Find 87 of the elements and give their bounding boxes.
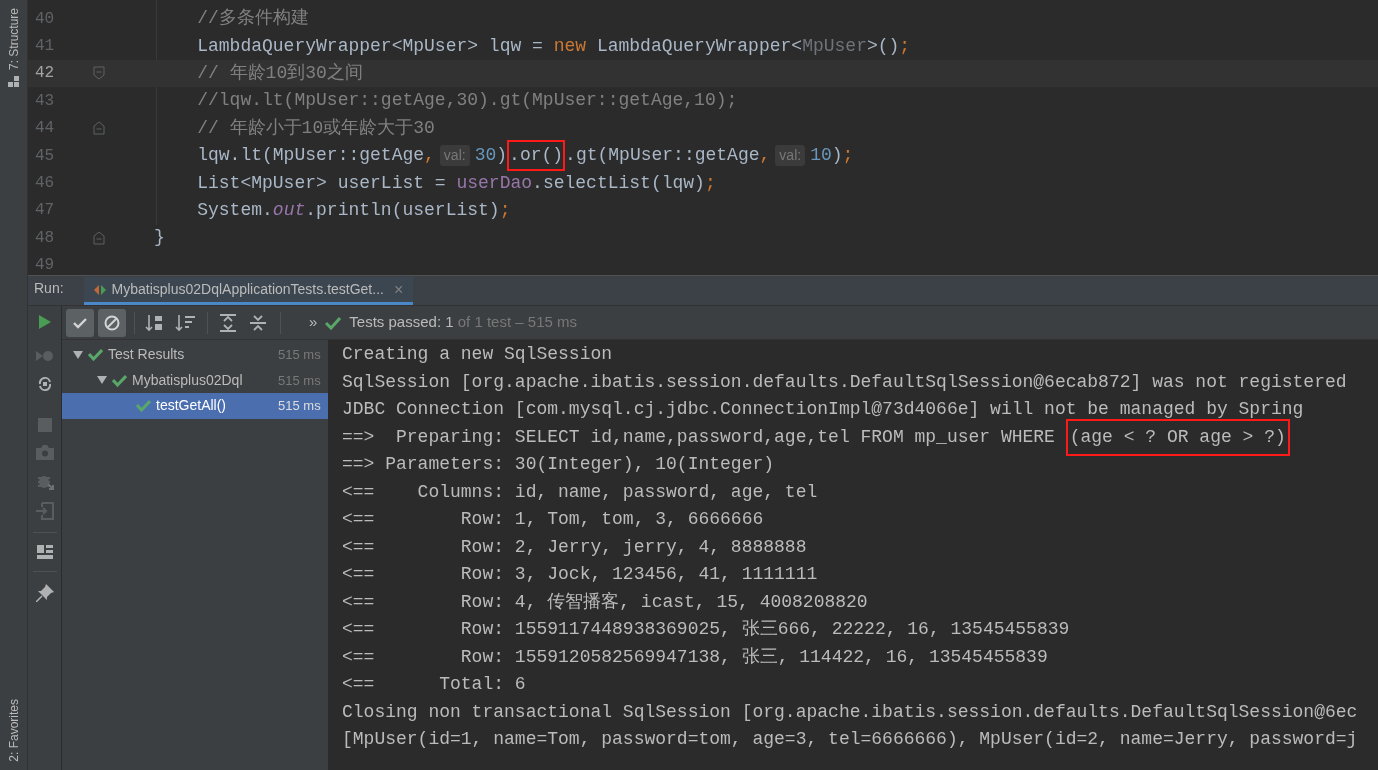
code-text: //多条件构建: [196, 7, 309, 31]
console-text: SqlSession [org.apache.ibatis.session.defaults.DefaultSqlSession@6ecab872] was not registered: [342, 370, 1347, 394]
console-text: <== Row: 1559117448938369025, 张三666, 22222, 16, 13545455839: [342, 618, 1070, 642]
highlight-box: .or(): [507, 140, 566, 172]
code-text: // 年龄小于10或年龄大于30: [196, 116, 435, 140]
layout-icon[interactable]: [36, 545, 53, 559]
code-text: ;: [899, 34, 911, 58]
code-text: ): [496, 144, 508, 168]
passed-icon: [325, 315, 342, 330]
parameter-hint: val:: [439, 145, 470, 167]
console-text: Creating a new SqlSession: [342, 343, 613, 367]
code-text: //lqw.lt(MpUser::getAge,30).gt(MpUser::getAge,10);: [196, 89, 738, 113]
line-number: 40: [34, 8, 56, 30]
tree-item[interactable]: Mybatisplus02Dql 515 ms: [62, 367, 328, 393]
code-text: .println(userList): [305, 198, 500, 222]
line-number: 44: [34, 118, 56, 140]
code-text: ,: [424, 144, 435, 168]
console-text: <== Row: 1, Tom, tom, 3, 6666666: [342, 508, 764, 532]
code-text: out: [272, 198, 306, 222]
code-text: MpUser: [802, 34, 867, 58]
console-text: <== Columns: id, name, password, age, tel: [342, 480, 818, 504]
parameter-hint: val:: [775, 145, 806, 167]
run-icon[interactable]: [37, 314, 52, 330]
code-text: }: [154, 226, 165, 250]
line-number: 42: [34, 63, 56, 85]
line-number: 43: [34, 90, 56, 112]
tree-item[interactable]: testGetAll() 515 ms: [62, 393, 328, 419]
code-text: LambdaQueryWrapper<MpUser> lqw =: [196, 34, 544, 58]
fold-marker-icon[interactable]: [93, 230, 105, 245]
passed-icon: [136, 399, 151, 413]
collapse-all-icon[interactable]: [248, 313, 268, 332]
show-passed-button[interactable]: [66, 308, 94, 337]
test-status: Tests passed: 1 of 1 test – 515 ms: [349, 312, 577, 333]
fold-marker-icon[interactable]: [93, 66, 105, 81]
code-text: new: [553, 34, 587, 58]
fold-marker-icon[interactable]: [93, 121, 105, 136]
code-text: ;: [704, 171, 716, 195]
expanded-arrow-icon[interactable]: [97, 376, 107, 385]
tool-window-label[interactable]: 2: Favorites: [4, 699, 23, 762]
show-ignored-button[interactable]: [98, 308, 126, 337]
highlight-box: (age < ? OR age > ?): [1065, 418, 1290, 456]
code-text: List<MpUser> userList =: [196, 171, 447, 195]
cancel-icon: [104, 315, 120, 330]
code-text: // 年龄10到30之间: [196, 61, 363, 85]
expand-all-icon[interactable]: [218, 313, 238, 332]
console-text: [MpUser(id=1, name=Tom, password=tom, age=3, tel=6666666), MpUser(id=2, name=Jerry, password=j: [342, 728, 1358, 752]
console-text: <== Row: 3, Jock, 123456, 41, 1111111: [342, 563, 818, 587]
run-tab[interactable]: Mybatisplus02DqlApplicationTests.testGet... ×: [83, 277, 414, 305]
code-text: ,: [759, 144, 771, 168]
line-number: 46: [34, 173, 56, 195]
console-text: <== Row: 4, 传智播客, icast, 15, 4008208820: [342, 590, 868, 614]
line-number: 48: [34, 227, 56, 249]
console-text: <== Row: 1559120582569947138, 张三, 114422, 16, 13545455839: [342, 645, 1048, 669]
check-icon: [73, 317, 87, 329]
line-number: 45: [34, 145, 56, 167]
code-text: System.: [196, 198, 273, 222]
passed-icon: [112, 373, 127, 387]
passed-icon: [88, 348, 103, 362]
expanded-arrow-icon[interactable]: [73, 350, 83, 359]
console-text: <== Total: 6: [342, 673, 526, 697]
code-text: ;: [499, 198, 511, 222]
code-text: >(): [866, 34, 900, 58]
toggle-auto-test-icon[interactable]: [36, 376, 53, 392]
more-button[interactable]: »: [309, 311, 318, 334]
code-text: ;: [842, 144, 854, 168]
console-text: ==> Preparing: SELECT id,name,password,age,tel FROM mp_user WHERE: [342, 425, 1056, 449]
tree-item[interactable]: Test Results 515 ms: [62, 342, 328, 368]
line-number: 47: [34, 200, 56, 222]
code-text: userDao: [456, 171, 533, 195]
line-number: 49: [34, 255, 56, 275]
code-text: 30: [474, 144, 497, 168]
line-number: 41: [34, 36, 56, 58]
sort-by-duration-icon[interactable]: [175, 313, 197, 332]
structure-icon[interactable]: [7, 76, 20, 89]
console-text: <== Row: 2, Jerry, jerry, 4, 8888888: [342, 535, 807, 559]
console-text: ==> Parameters: 30(Integer), 10(Integer): [342, 453, 775, 477]
code-text: .selectList(lqw): [532, 171, 705, 195]
tool-window-label[interactable]: 7: Structure: [4, 8, 23, 71]
panel-title: Run:: [33, 279, 65, 298]
console-text: Closing non transactional SqlSession [org.apache.ibatis.session.defaults.DefaultSqlSession@6ec: [342, 700, 1358, 724]
code-text: 10: [810, 144, 832, 168]
code-text: LambdaQueryWrapper<: [595, 34, 803, 58]
code-text: ): [831, 144, 843, 168]
test-run-icon: [93, 283, 106, 296]
pin-icon[interactable]: [35, 584, 54, 602]
code-text: lqw.lt(MpUser::getAge: [196, 144, 425, 168]
code-text: .gt(MpUser::getAge: [565, 144, 760, 168]
